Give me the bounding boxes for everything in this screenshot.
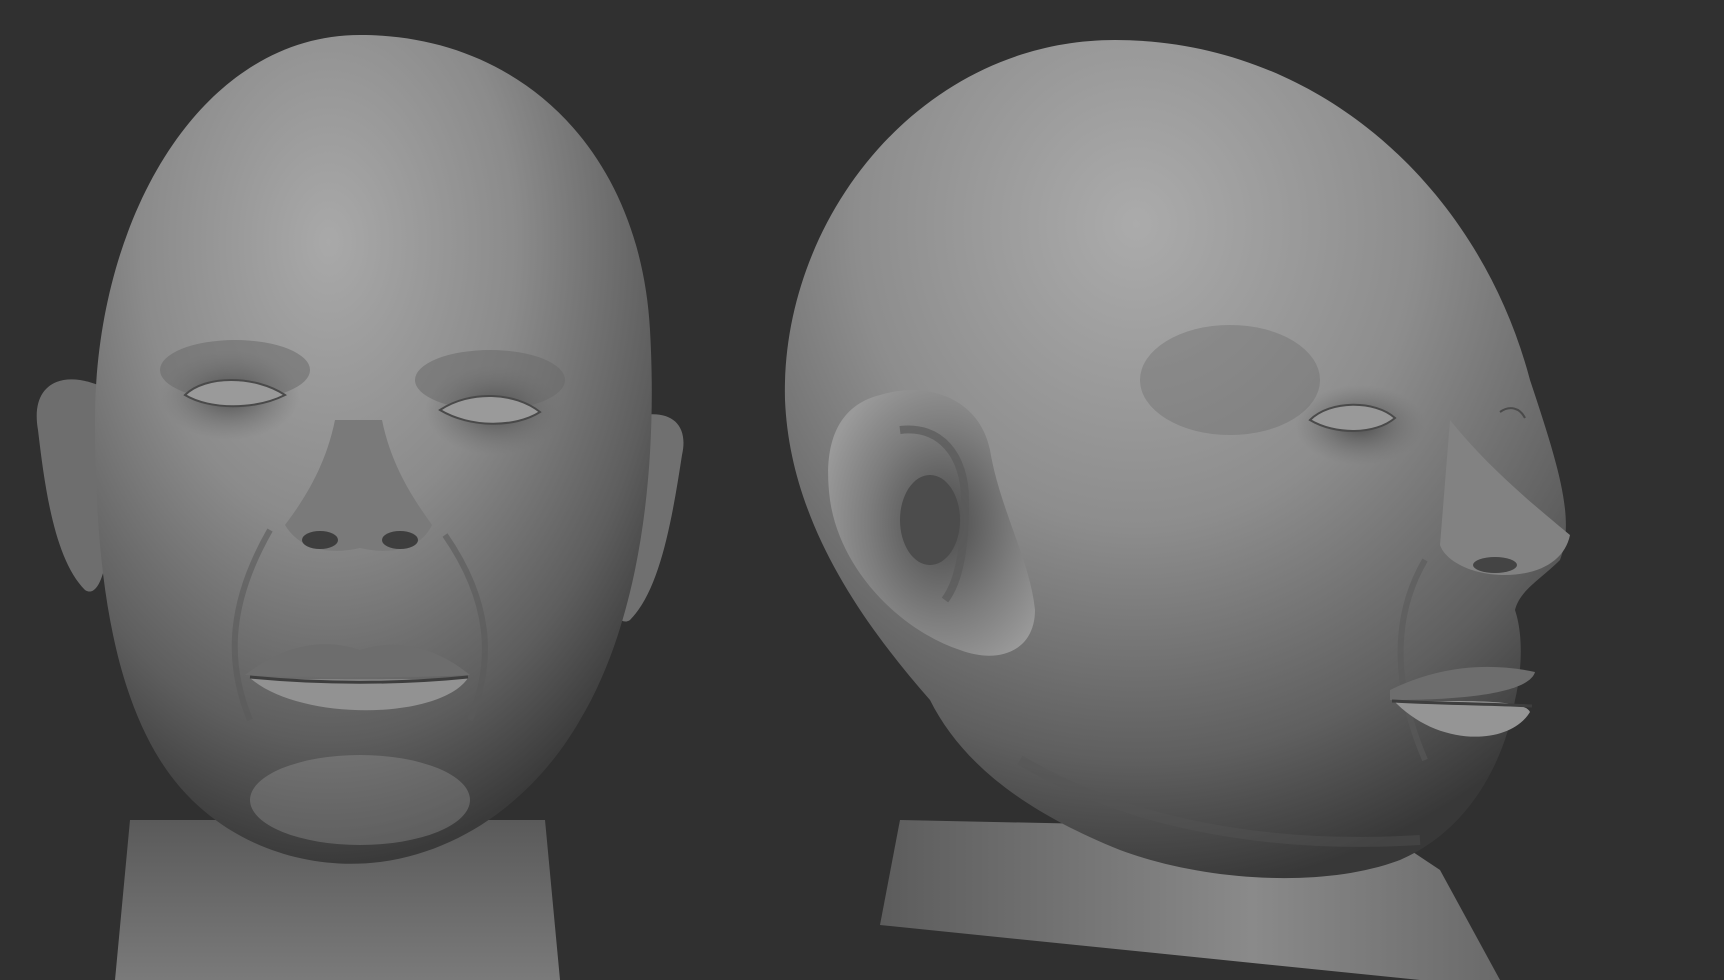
sculpt-render — [36, 35, 1570, 980]
sculpt-viewport[interactable] — [0, 0, 1724, 980]
head-three-quarter-view — [784, 40, 1570, 980]
head-front-view — [36, 35, 684, 980]
